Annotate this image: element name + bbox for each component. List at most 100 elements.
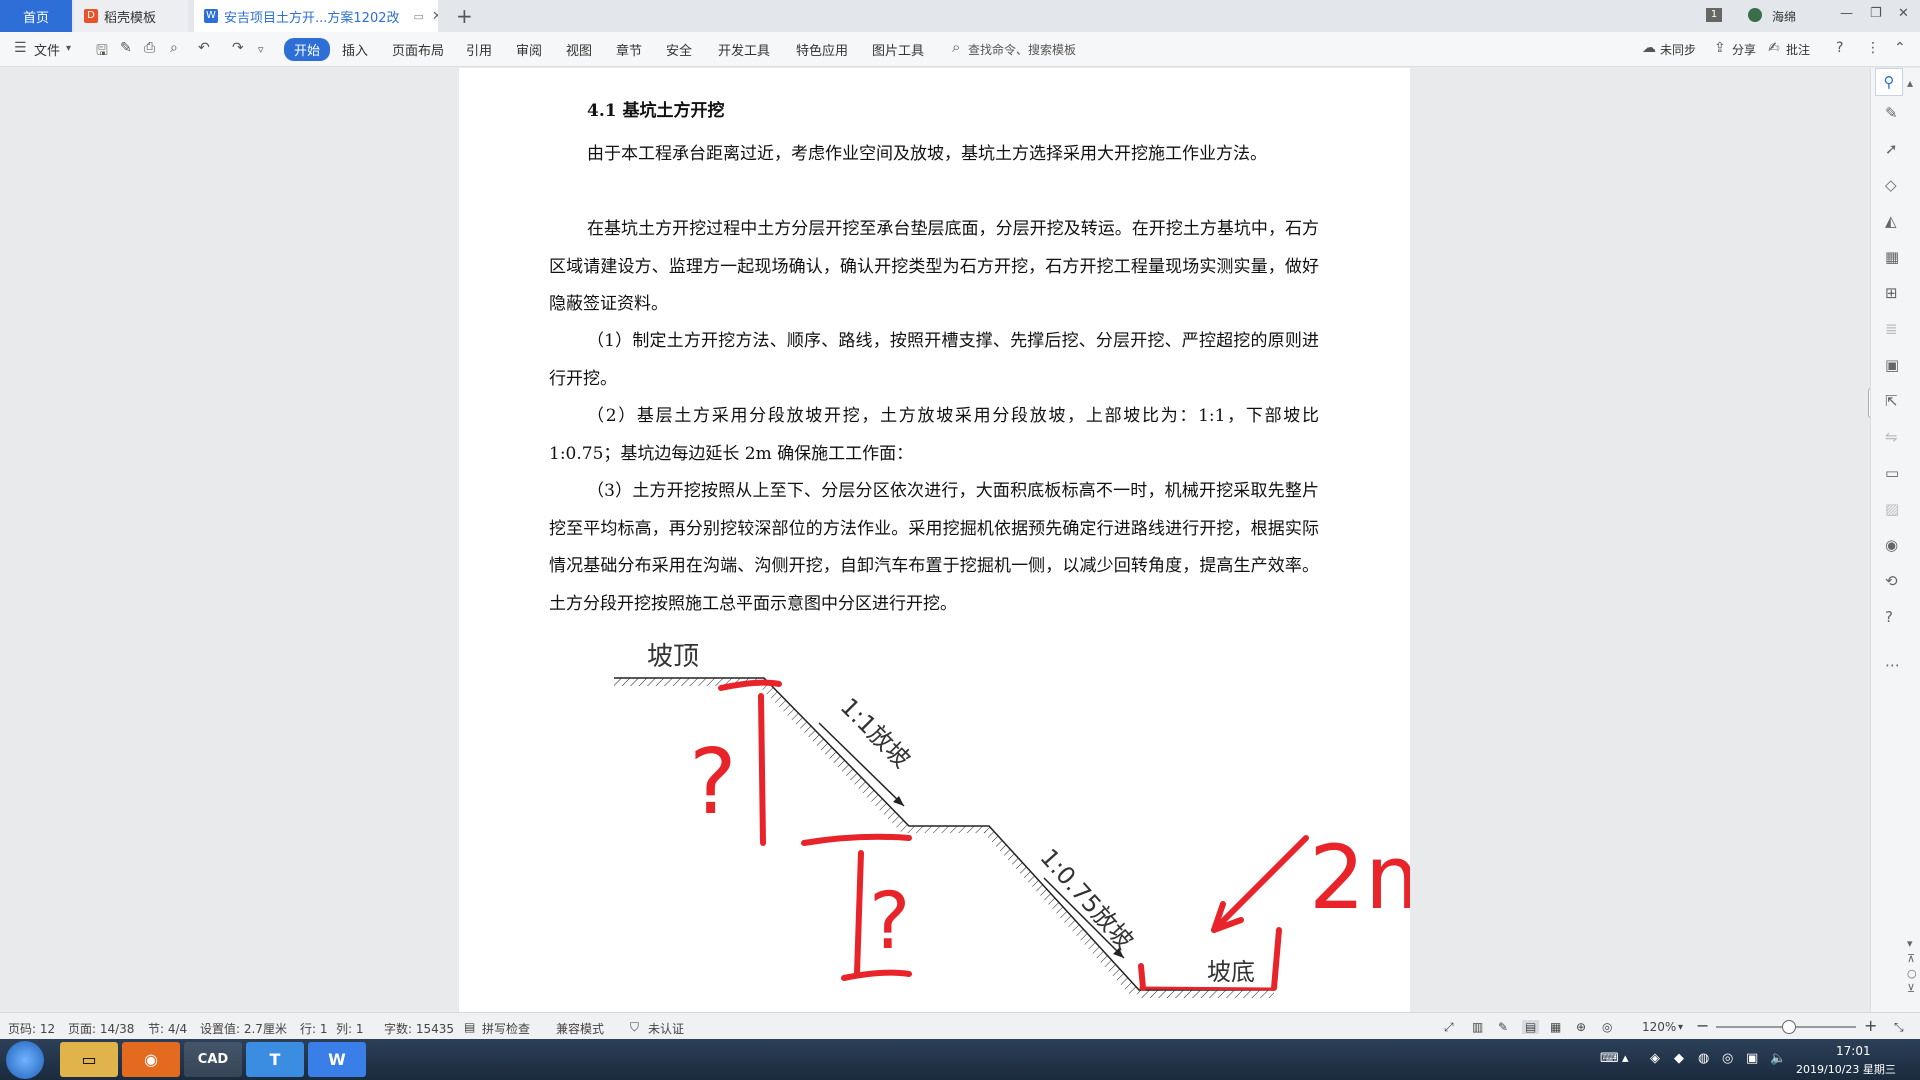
menu-chapter[interactable]: 章节 [616, 40, 642, 59]
quick-access-chevron-icon[interactable]: ▿ [258, 43, 264, 56]
edit-mode-icon[interactable]: ✎ [1498, 1020, 1508, 1034]
status-pages[interactable]: 页面: 14/38 [68, 1020, 134, 1037]
tab-home[interactable]: 首页 [0, 0, 72, 32]
writer-doc-icon: W [204, 9, 218, 23]
minimize-icon[interactable]: — [1840, 6, 1853, 21]
window-count-badge[interactable]: 1 [1706, 8, 1722, 22]
volume-icon[interactable]: 🔈 [1770, 1051, 1786, 1066]
comment-button[interactable]: 批注 [1786, 41, 1810, 58]
backup-icon[interactable]: ◉ [1885, 536, 1898, 554]
more-icon[interactable]: ⋮ [1866, 40, 1880, 56]
more-dots-icon[interactable]: ⋯ [1885, 656, 1900, 674]
clock-time[interactable]: 17:01 [1836, 1044, 1871, 1058]
outline-view-icon[interactable]: ▦ [1550, 1020, 1561, 1034]
close-icon[interactable]: ✕ [1898, 6, 1909, 21]
cad-app-icon[interactable]: CAD [184, 1042, 242, 1077]
tray-app-icon-3[interactable]: ◎ [1722, 1051, 1733, 1066]
chevron-down-icon[interactable]: ▾ [66, 43, 71, 54]
tab-pin-icon[interactable]: ▭ [413, 10, 423, 23]
sidebar-scroll-up-icon[interactable]: ▴ [1907, 76, 1913, 90]
format-painter-icon[interactable]: ✎ [120, 40, 132, 56]
file-explorer-icon[interactable]: ▭ [60, 1042, 118, 1077]
wechat-icon[interactable]: ◍ [1698, 1051, 1709, 1066]
menu-devtools[interactable]: 开发工具 [718, 40, 770, 59]
fullscreen-icon[interactable]: ⤢ [1444, 1020, 1454, 1035]
save-icon[interactable]: 🖫 [96, 40, 108, 64]
select-cursor-icon[interactable]: ➚ [1885, 140, 1898, 158]
status-row[interactable]: 行: 1 [300, 1020, 328, 1037]
zoom-level[interactable]: 120% [1642, 1020, 1676, 1034]
hatch-bottom [1135, 990, 1274, 998]
menu-image-tools[interactable]: 图片工具 [872, 40, 924, 59]
menu-file[interactable]: 文件 [34, 40, 60, 59]
collapse-ribbon-icon[interactable]: ⌃ [1894, 40, 1906, 56]
share-button[interactable]: 分享 [1732, 41, 1756, 58]
undo-icon[interactable]: ↶ [198, 40, 210, 56]
tray-app-icon-1[interactable]: ◈ [1650, 1051, 1660, 1066]
wps-writer-icon[interactable]: W [308, 1042, 366, 1077]
menu-features[interactable]: 特色应用 [796, 40, 848, 59]
status-col[interactable]: 列: 1 [336, 1020, 364, 1037]
fill-icon[interactable]: ◭ [1885, 212, 1897, 230]
shapes-icon[interactable]: ◇ [1885, 176, 1897, 194]
hamburger-icon[interactable]: ☰ [14, 40, 27, 56]
command-search[interactable]: 查找命令、搜索模板 [968, 41, 1076, 58]
help-icon[interactable]: ? [1836, 40, 1843, 56]
status-setting[interactable]: 设置值: 2.7厘米 [200, 1020, 287, 1037]
new-tab-icon[interactable]: + [456, 4, 473, 28]
status-words[interactable]: 字数: 15435 [384, 1020, 454, 1037]
start-button[interactable] [6, 1041, 44, 1079]
restore-icon[interactable]: ❐ [1870, 6, 1882, 21]
clock-date[interactable]: 2019/10/23 星期三 [1796, 1061, 1896, 1077]
status-page[interactable]: 页码: 12 [8, 1020, 55, 1037]
tray-input-icon[interactable]: ⌨ [1600, 1051, 1619, 1066]
menu-page-layout[interactable]: 页面布局 [392, 40, 444, 59]
print-preview-icon[interactable]: ⌕ [170, 40, 178, 56]
document-page[interactable]: 4.1 基坑土方开挖 由于本工程承台距离过近，考虑作业空间及放坡，基坑土方选择采… [459, 68, 1410, 1012]
sync-status[interactable]: 未同步 [1660, 41, 1696, 58]
zoom-in-icon[interactable]: + [1864, 1016, 1877, 1035]
user-name[interactable]: 海绵 [1772, 8, 1796, 25]
fit-page-icon[interactable]: ⤡ [1894, 1020, 1904, 1035]
status-cert[interactable]: 未认证 [648, 1020, 684, 1037]
os-taskbar: ▭ ◉ CAD T W ⌨ ▴ ◈ ◆ ◍ ◎ ▣ 🔈 17:01 2019/1… [0, 1039, 1920, 1080]
menu-security[interactable]: 安全 [666, 40, 692, 59]
help-circle-icon[interactable]: ? [1885, 608, 1893, 626]
tray-chevron-icon[interactable]: ▴ [1622, 1051, 1629, 1066]
status-section[interactable]: 节: 4/4 [148, 1020, 187, 1037]
text-app-icon[interactable]: T [246, 1042, 304, 1077]
menu-insert[interactable]: 插入 [342, 40, 368, 59]
image-tool-icon[interactable]: ▣ [1885, 356, 1899, 374]
export-icon[interactable]: ⇱ [1885, 392, 1898, 410]
tab-template[interactable]: D 稻壳模板 [74, 0, 188, 32]
history-icon[interactable]: ⟲ [1885, 572, 1898, 590]
zoom-chevron-icon[interactable]: ▾ [1678, 1022, 1683, 1033]
tray-app-icon-2[interactable]: ◆ [1674, 1051, 1684, 1066]
tab-document[interactable]: W 安吉项目土方开...方案1202改 ▭ ✕ [194, 0, 438, 32]
tab-close-icon[interactable]: ✕ [432, 9, 438, 24]
red-question-2: ? [869, 877, 910, 967]
menu-view[interactable]: 视图 [566, 40, 592, 59]
apps-grid-icon[interactable]: ⊞ [1885, 284, 1898, 302]
zoom-out-icon[interactable]: − [1696, 1016, 1709, 1035]
zoom-slider-thumb[interactable] [1782, 1020, 1796, 1034]
web-view-icon[interactable]: ⊕ [1576, 1020, 1586, 1034]
menu-reference[interactable]: 引用 [466, 40, 492, 59]
print-icon[interactable]: ⎙ [144, 40, 155, 56]
network-icon[interactable]: ▣ [1746, 1051, 1758, 1066]
menu-start[interactable]: 开始 [284, 38, 331, 61]
redo-icon[interactable]: ↷ [232, 40, 244, 56]
avatar[interactable] [1748, 8, 1762, 22]
reading-mode-icon[interactable]: ▥ [1472, 1020, 1483, 1034]
eye-care-icon[interactable]: ◎ [1602, 1020, 1612, 1034]
table-icon[interactable]: ▦ [1885, 248, 1899, 266]
pen-icon[interactable]: ✎ [1885, 104, 1898, 122]
menu-review[interactable]: 审阅 [516, 40, 542, 59]
archive-icon[interactable]: ▭ [1885, 464, 1899, 482]
firefox-icon[interactable]: ◉ [122, 1042, 180, 1077]
page-view-icon[interactable]: ▤ [1522, 1020, 1540, 1034]
status-compat[interactable]: 兼容模式 [556, 1020, 604, 1037]
status-spellcheck[interactable]: 拼写检查 [482, 1020, 530, 1037]
location-pin-icon[interactable]: ⚲ [1875, 68, 1903, 96]
page-nav-icons[interactable]: ▾ ⊼ ○ ⊻ [1907, 936, 1917, 996]
